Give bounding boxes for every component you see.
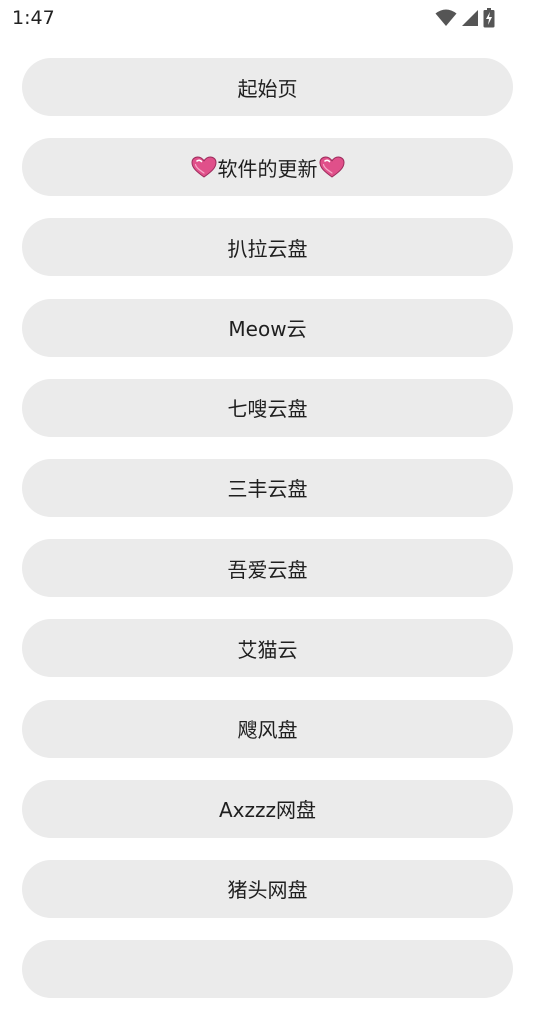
menu-item-label: 艾猫云 [237, 637, 298, 662]
menu-item-sanfeng-cloud[interactable]: 三丰云盘 [22, 458, 513, 517]
menu-item-label: 飕风盘 [237, 718, 298, 742]
menu-item-label: Axzzz网盘 [218, 798, 316, 823]
menu-item-zhutou-disk[interactable]: 猪头网盘 [22, 859, 513, 918]
menu-item-bala-cloud[interactable]: 扒拉云盘 [22, 218, 513, 277]
menu-item-aimao-cloud[interactable]: 艾猫云 [22, 619, 513, 678]
menu-item-label: 三丰云盘 [227, 477, 308, 502]
menu-item-meow-cloud[interactable]: Meow云 [22, 298, 513, 357]
status-time: 1:47 [12, 7, 55, 29]
menu-item-soufeng-disk[interactable]: 飕风盘 [22, 699, 513, 758]
status-icons [435, 7, 495, 29]
menu-item-label: 吾爱云盘 [227, 557, 308, 582]
menu-item-label: Meow云 [228, 317, 307, 342]
menu-item-software-update[interactable]: 软件的更新 [22, 138, 513, 197]
menu-item-partial[interactable] [22, 940, 513, 999]
menu-item-start-page[interactable]: 起始页 [22, 58, 513, 116]
menu-item-label: 软件的更新 [217, 156, 318, 181]
heart-icon [318, 156, 345, 178]
menu-item-label: 七嗖云盘 [227, 397, 308, 422]
heart-icon [190, 156, 217, 178]
menu-item-label: 猪头网盘 [227, 878, 308, 903]
menu-item-label: 扒拉云盘 [227, 236, 308, 261]
wifi-icon [435, 9, 457, 27]
signal-icon [461, 9, 479, 27]
status-bar: 1:47 [0, 0, 535, 38]
battery-charging-icon [483, 8, 495, 28]
menu-item-qisou-cloud[interactable]: 七嗖云盘 [22, 378, 513, 437]
menu-list: 起始页 软件的更新 扒拉云盘 Meow云 七嗖云盘 三丰云盘 吾爱云盘 艾猫云 … [22, 58, 513, 1020]
menu-item-wuai-cloud[interactable]: 吾爱云盘 [22, 539, 513, 598]
menu-item-axzzz-disk[interactable]: Axzzz网盘 [22, 779, 513, 838]
menu-item-label: 起始页 [237, 76, 298, 101]
